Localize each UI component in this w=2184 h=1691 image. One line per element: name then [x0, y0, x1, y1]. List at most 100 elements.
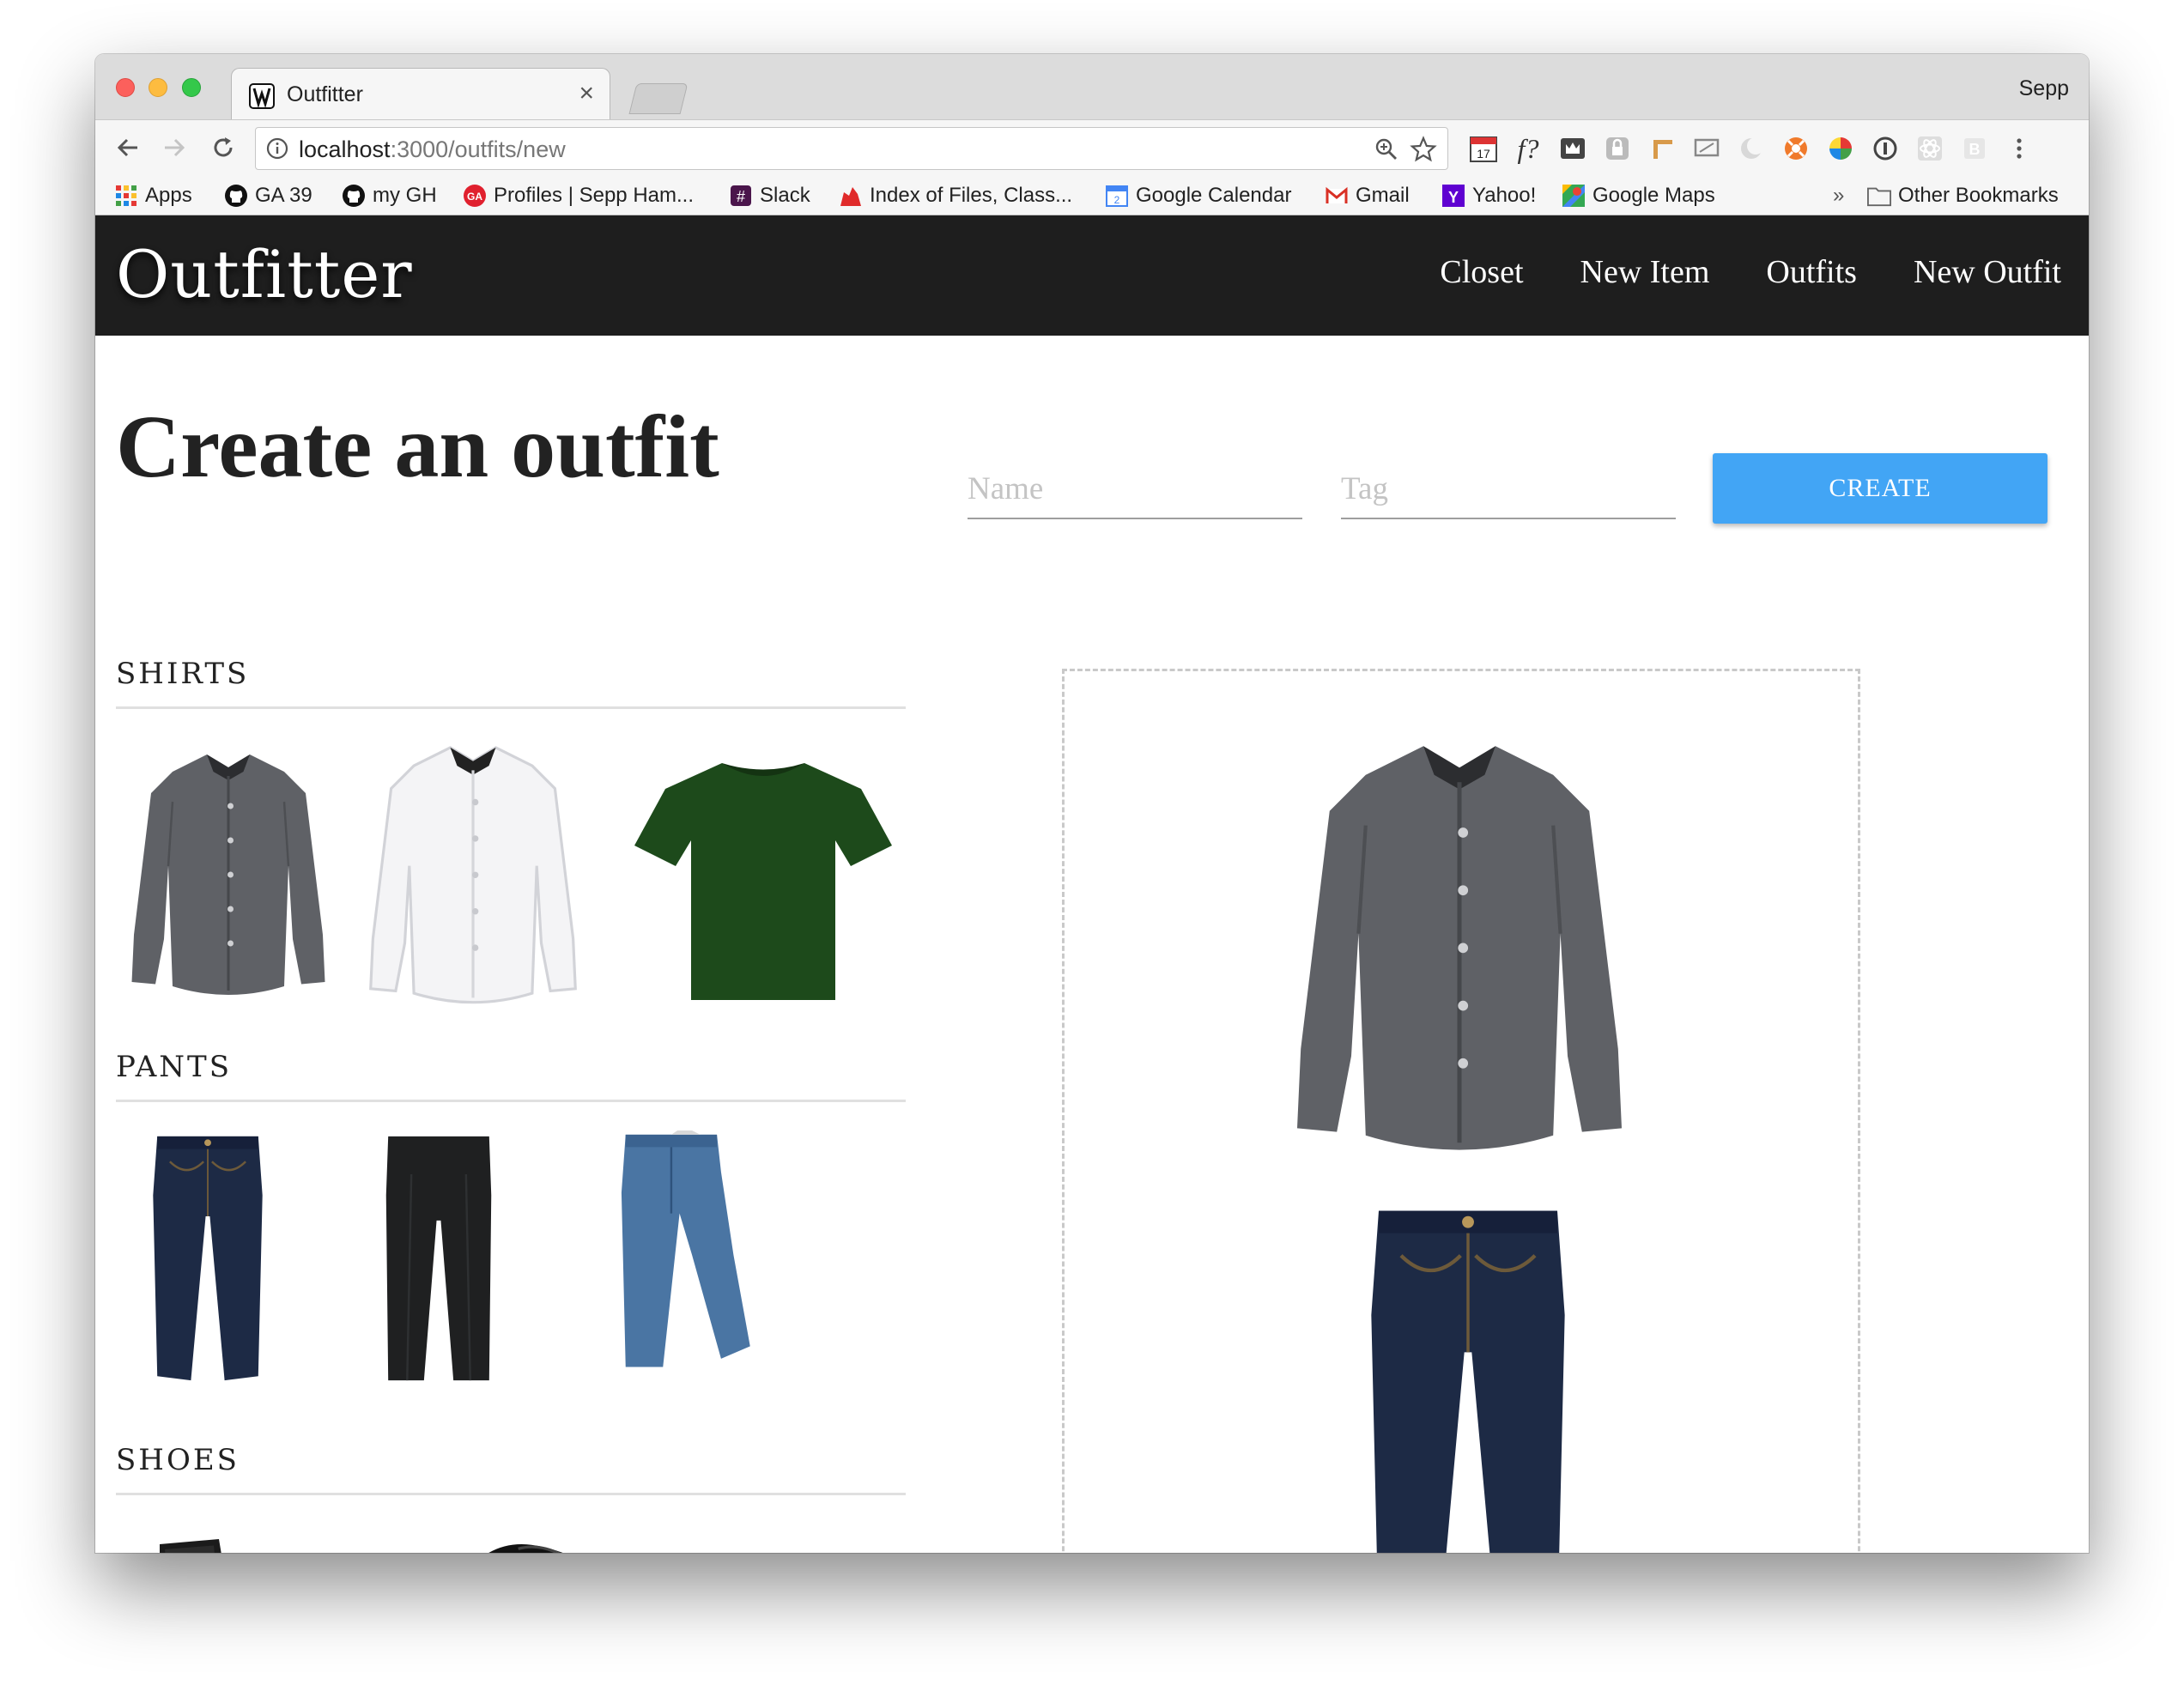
shoes-heading: SHOES [116, 1443, 240, 1477]
svg-text:Y: Y [1448, 189, 1459, 206]
bookmark-my-gh[interactable]: my GH [342, 181, 437, 210]
shirts-heading: SHIRTS [116, 657, 250, 691]
pants-divider [116, 1100, 906, 1102]
bookmark-google-maps[interactable]: Google Maps [1562, 181, 1715, 210]
address-bar[interactable]: localhost:3000/outfits/new [255, 127, 1448, 170]
ga-icon: GA [463, 184, 487, 208]
minimize-window-button[interactable] [149, 78, 167, 97]
bookmark-gmail[interactable]: Gmail [1325, 181, 1410, 210]
tab-title: Outfitter [287, 82, 363, 106]
lock-extension-icon[interactable] [1603, 134, 1632, 163]
other-bookmarks[interactable]: Other Bookmarks [1867, 181, 2059, 210]
new-tab-button[interactable] [628, 83, 689, 114]
slack-icon: # [729, 184, 753, 208]
tag-input[interactable] [1341, 464, 1676, 512]
black-pants-thumbnail[interactable] [375, 1132, 502, 1385]
oxford-shoes-thumbnail[interactable] [435, 1529, 641, 1553]
bookmark-ga39[interactable]: GA 39 [224, 181, 312, 210]
bookmark-star-icon[interactable] [1410, 136, 1437, 167]
bookmark-label: Google Calendar [1136, 184, 1292, 207]
gmail-icon [1325, 184, 1349, 208]
light-jeans-thumbnail[interactable] [609, 1130, 755, 1379]
shirts-divider [116, 706, 906, 709]
bookmark-label: Gmail [1356, 184, 1410, 207]
nav-outfits[interactable]: Outfits [1766, 253, 1857, 291]
close-window-button[interactable] [116, 78, 135, 97]
dark-jeans-thumbnail[interactable] [143, 1132, 272, 1385]
site-nav: Closet New Item Outfits New Outfit [1440, 253, 2061, 291]
white-shirt-thumbnail[interactable] [353, 734, 593, 1007]
forward-arrow-icon[interactable] [155, 129, 193, 167]
create-button[interactable]: CREATE [1713, 453, 2048, 524]
svg-text:B: B [1969, 141, 1981, 158]
bookmark-profiles[interactable]: GA Profiles | Sepp Ham... [463, 181, 694, 210]
crown-extension-icon[interactable] [1558, 134, 1587, 163]
reload-icon[interactable] [204, 129, 242, 167]
url-host: localhost [299, 136, 391, 162]
outfitter-favicon-icon [249, 83, 275, 109]
name-input[interactable] [968, 464, 1302, 512]
bookmark-label: Slack [760, 184, 810, 207]
svg-text:#: # [737, 188, 745, 205]
font-extension-icon[interactable]: f? [1514, 133, 1543, 164]
bookmark-label: Index of Files, Class... [870, 184, 1073, 207]
svg-text:2: 2 [1114, 194, 1120, 206]
bookmark-label: Yahoo! [1472, 184, 1537, 207]
zoom-window-button[interactable] [182, 78, 201, 97]
back-arrow-icon[interactable] [109, 129, 147, 167]
apps-grid-icon [114, 184, 138, 208]
bookmarks-overflow-button[interactable]: » [1833, 181, 1844, 210]
nav-new-outfit[interactable]: New Outfit [1914, 253, 2061, 291]
selected-pants[interactable] [1348, 1203, 1588, 1553]
bookmark-label: Apps [145, 184, 192, 207]
more-menu-icon[interactable] [2005, 134, 2034, 163]
page-content: Outfitter Closet New Item Outfits New Ou… [95, 215, 2089, 1553]
boot-thumbnail[interactable] [147, 1534, 301, 1553]
bookmarks-bar: Apps GA 39 my GH GA Profiles | Sepp Ham.… [95, 176, 2089, 215]
green-tshirt-thumbnail[interactable] [634, 748, 892, 1005]
bookmark-slack[interactable]: # Slack [729, 181, 810, 210]
b-extension-icon[interactable]: B [1960, 134, 1989, 163]
browser-window: Outfitter × Sepp localhost:3000/outfits/… [95, 54, 2089, 1553]
github-icon [224, 184, 248, 208]
extensions-row: 17 f? B [1469, 132, 2034, 165]
yahoo-icon: Y [1441, 184, 1465, 208]
site-navbar: Outfitter Closet New Item Outfits New Ou… [95, 215, 2089, 336]
selected-shirt[interactable] [1279, 692, 1640, 1190]
react-extension-icon[interactable] [1915, 134, 1944, 163]
name-field [968, 464, 1302, 519]
nav-new-item[interactable]: New Item [1580, 253, 1710, 291]
other-bookmarks-label: Other Bookmarks [1898, 184, 2059, 207]
lifebuoy-extension-icon[interactable] [1781, 134, 1811, 163]
zoom-icon[interactable] [1374, 136, 1399, 167]
svg-text:GA: GA [467, 191, 482, 203]
outfit-dropzone[interactable] [1062, 669, 1860, 1553]
shoes-divider [116, 1493, 906, 1495]
info-icon[interactable] [266, 137, 288, 160]
maps-icon [1562, 184, 1586, 208]
bookmark-google-calendar[interactable]: 2 Google Calendar [1105, 181, 1291, 210]
onepassword-extension-icon[interactable] [1871, 134, 1900, 163]
gray-shirt-thumbnail[interactable] [121, 734, 336, 1007]
ruler-extension-icon[interactable] [1647, 134, 1677, 163]
bookmark-yahoo[interactable]: Y Yahoo! [1441, 181, 1536, 210]
url-text[interactable]: localhost:3000/outfits/new [299, 136, 566, 163]
tab-outfitter[interactable]: Outfitter × [231, 68, 610, 121]
color-wheel-extension-icon[interactable] [1826, 134, 1855, 163]
bookmark-label: Google Maps [1592, 184, 1715, 207]
brand-logo[interactable]: Outfitter [116, 236, 413, 312]
browser-toolbar: localhost:3000/outfits/new 17 f? B [95, 119, 2089, 176]
profile-name[interactable]: Sepp [2019, 76, 2069, 101]
nav-closet[interactable]: Closet [1440, 253, 1523, 291]
github-icon [342, 184, 366, 208]
tag-field [1341, 464, 1676, 519]
page-title: Create an outfit [116, 397, 719, 496]
bookmark-index-of-files[interactable]: Index of Files, Class... [839, 181, 1072, 210]
tab-close-icon[interactable]: × [579, 79, 594, 108]
files-icon [839, 184, 863, 208]
url-path: :3000/outfits/new [390, 136, 566, 162]
crescent-extension-icon[interactable] [1737, 134, 1766, 163]
bookmark-apps[interactable]: Apps [114, 181, 192, 210]
calendar-extension-icon[interactable]: 17 [1469, 134, 1498, 163]
screen-extension-icon[interactable] [1692, 134, 1721, 163]
